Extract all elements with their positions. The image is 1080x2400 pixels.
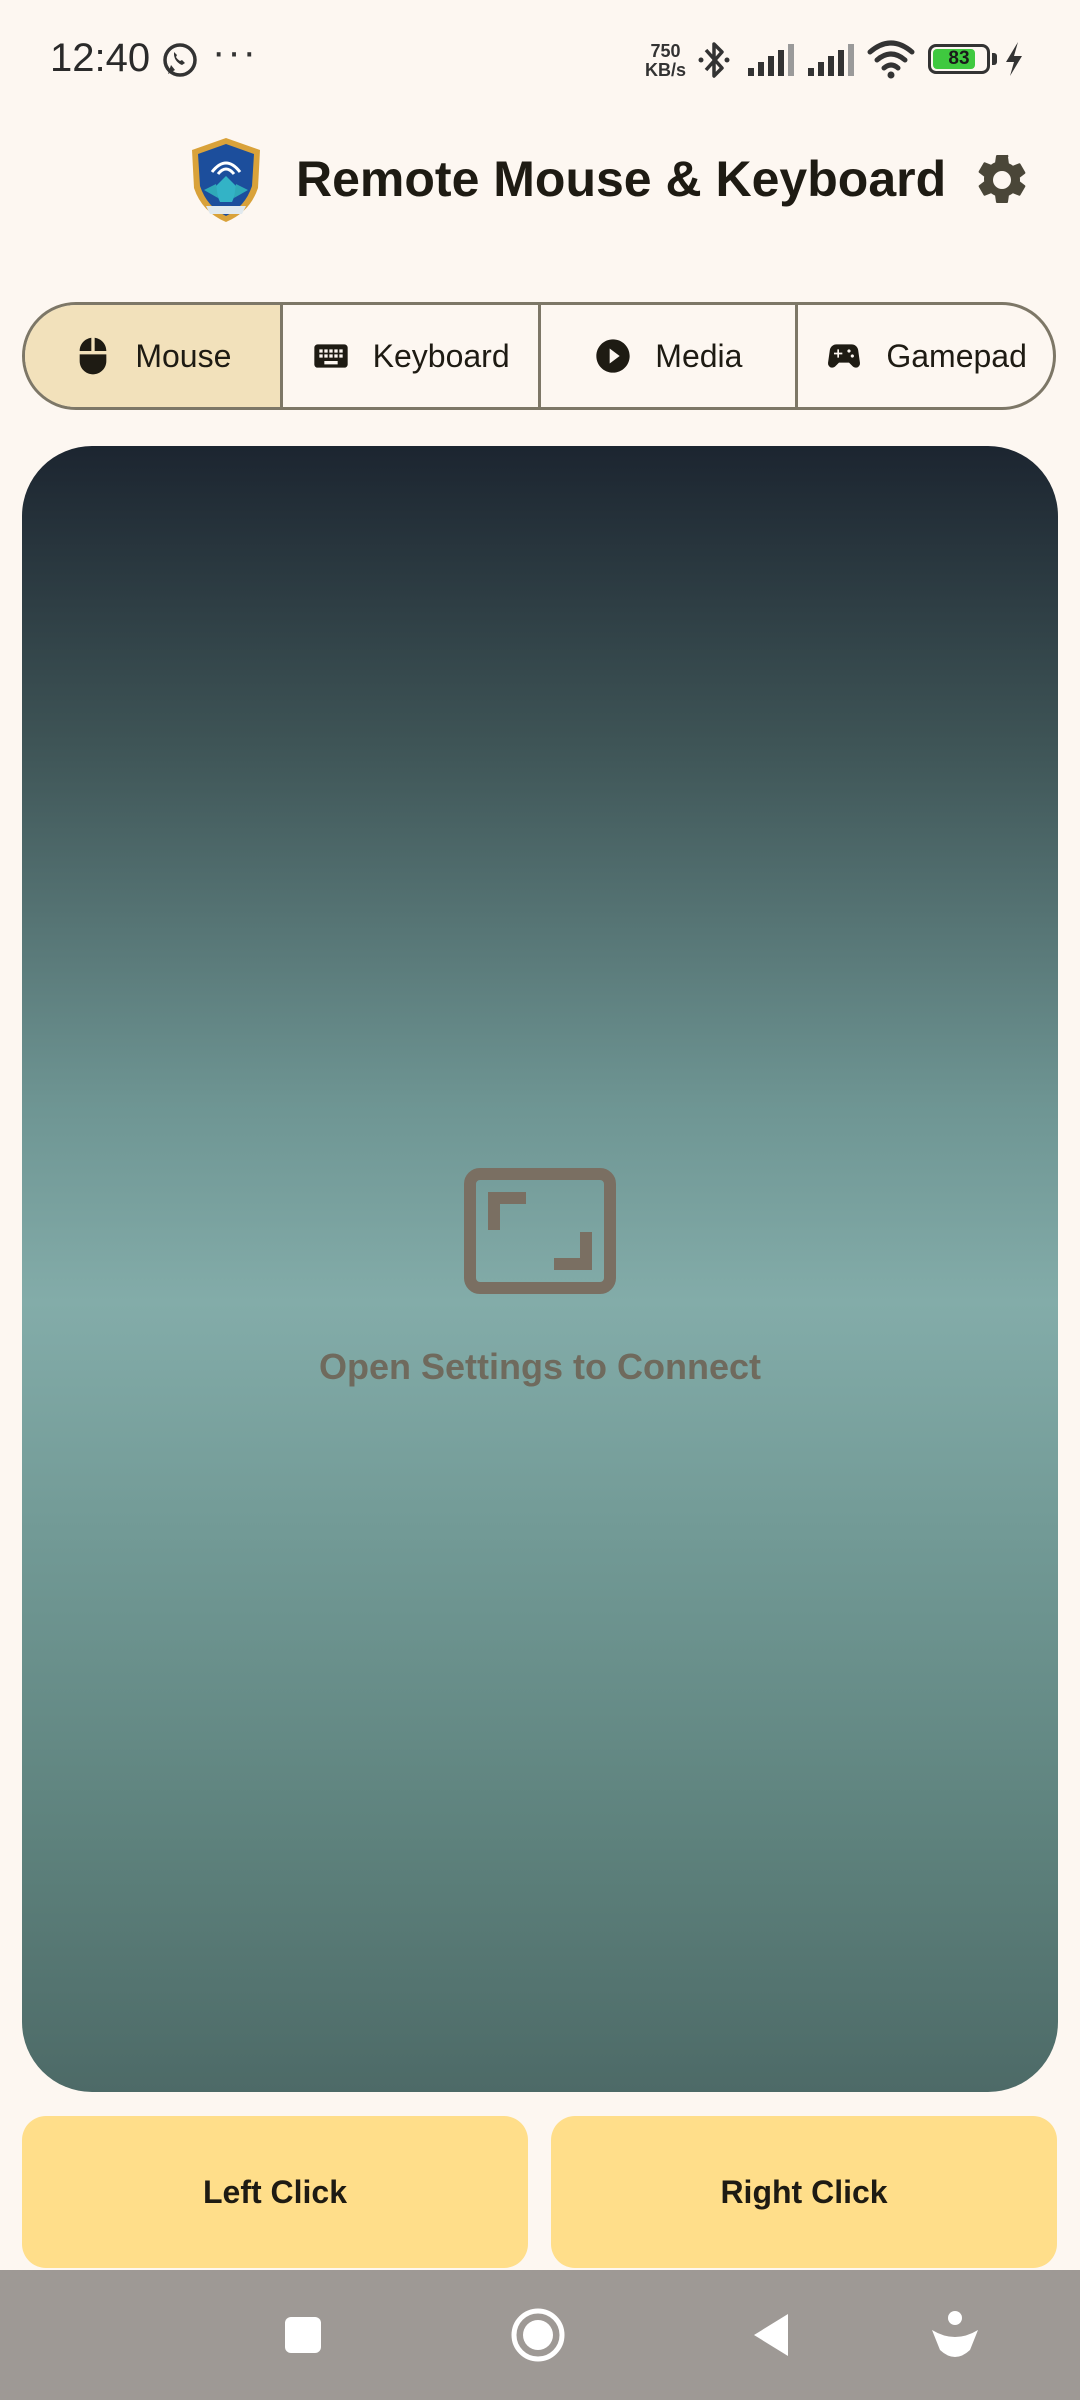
touchpad-area[interactable]: Open Settings to Connect (22, 446, 1058, 2092)
tab-mouse[interactable]: Mouse (25, 305, 283, 407)
home-circle-icon[interactable] (503, 2300, 573, 2370)
accessibility-icon[interactable] (920, 2300, 990, 2370)
app-title: Remote Mouse & Keyboard (296, 151, 947, 207)
tab-gamepad[interactable]: Gamepad (798, 305, 1053, 407)
settings-gear-icon[interactable] (972, 150, 1032, 210)
status-time: 12:40 (50, 36, 151, 80)
network-speed-unit: KB/s (645, 60, 687, 80)
tab-media-label: Media (655, 337, 743, 374)
mouse-icon (80, 337, 107, 375)
whatsapp-icon (163, 43, 197, 77)
connect-hint: Open Settings to Connect (318, 1346, 761, 1387)
signal-sim1-icon (748, 44, 794, 76)
more-notifications-icon: ··· (212, 30, 258, 74)
wifi-icon (867, 40, 915, 79)
network-speed-value: 750 (650, 41, 681, 61)
play-circle-icon (596, 339, 630, 373)
tab-mouse-label: Mouse (135, 337, 232, 374)
status-bar: 12:40 ··· 750 KB/s 83 (0, 0, 1080, 120)
mode-tabs: Mouse Keyboard Media Gamepad (22, 302, 1056, 410)
right-click-button[interactable]: Right Click (551, 2116, 1057, 2268)
network-speed: 750 KB/s (645, 42, 686, 80)
gamepad-icon (828, 344, 861, 368)
signal-sim2-icon (808, 44, 854, 76)
system-nav-bar (0, 2270, 1080, 2400)
shield-logo-icon (192, 138, 260, 222)
tab-keyboard[interactable]: Keyboard (283, 305, 541, 407)
tab-gamepad-label: Gamepad (886, 337, 1027, 374)
battery-icon: 83 (928, 44, 990, 74)
recents-square-icon[interactable] (268, 2300, 338, 2370)
tab-keyboard-label: Keyboard (372, 337, 510, 374)
charging-bolt-icon (1006, 42, 1022, 76)
keyboard-icon (313, 344, 348, 368)
screen-frame-icon (464, 1168, 616, 1294)
bluetooth-icon (698, 42, 730, 78)
battery-tip (992, 53, 997, 65)
battery-level: 83 (948, 48, 970, 69)
back-triangle-icon[interactable] (738, 2300, 808, 2370)
tab-media[interactable]: Media (541, 305, 799, 407)
left-click-button[interactable]: Left Click (22, 2116, 528, 2268)
